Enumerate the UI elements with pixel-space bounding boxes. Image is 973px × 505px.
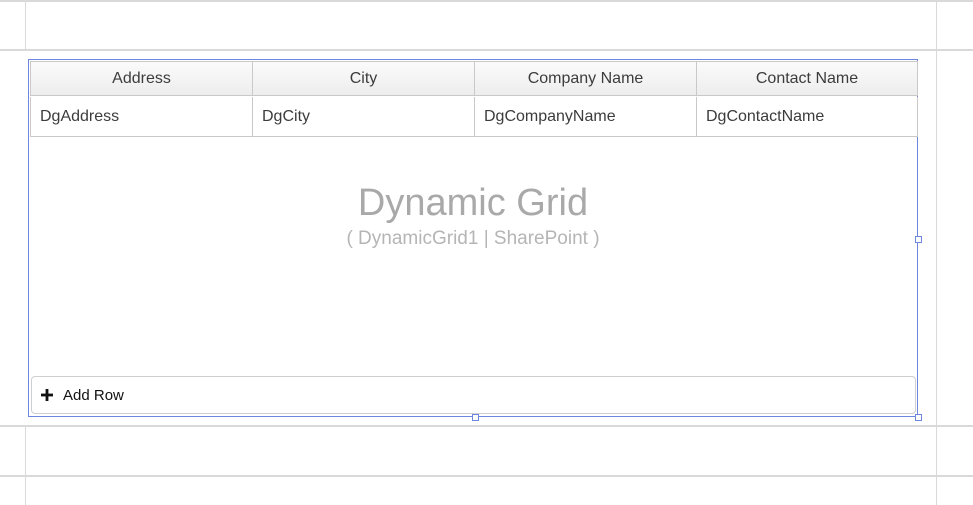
grid-data-row: DgAddress DgCity DgCompanyName DgContact… (30, 97, 918, 137)
column-header-address[interactable]: Address (30, 61, 253, 96)
cell-address[interactable]: DgAddress (30, 97, 253, 137)
cell-city[interactable]: DgCity (252, 97, 475, 137)
canvas-grid-line (0, 0, 973, 2)
placeholder-title: Dynamic Grid (357, 182, 589, 224)
column-header-contact-name[interactable]: Contact Name (696, 61, 918, 96)
resize-handle-bottom-right[interactable] (915, 414, 922, 421)
cell-contact-name[interactable]: DgContactName (696, 97, 918, 137)
resize-handle-bottom[interactable] (472, 414, 479, 421)
canvas-grid-line (25, 0, 26, 49)
add-row-label: Add Row (63, 386, 124, 404)
canvas-grid-line (0, 475, 973, 477)
resize-handle-right[interactable] (915, 236, 922, 243)
grid-footer: Add Row (31, 376, 916, 414)
canvas-grid-line (25, 427, 26, 505)
column-header-company-name[interactable]: Company Name (474, 61, 697, 96)
dynamic-grid-control[interactable]: Address City Company Name Contact Name D… (28, 59, 918, 417)
canvas-grid-line (0, 425, 973, 427)
designer-canvas: Address City Company Name Contact Name D… (0, 0, 973, 505)
canvas-grid-line (936, 0, 937, 505)
placeholder-subtitle: ( DynamicGrid1 | SharePoint ) (346, 228, 600, 249)
add-row-button[interactable]: Add Row (41, 387, 124, 404)
canvas-grid-line (0, 49, 973, 51)
grid-header-row: Address City Company Name Contact Name (30, 61, 918, 96)
cell-company-name[interactable]: DgCompanyName (474, 97, 697, 137)
plus-icon (41, 389, 53, 401)
column-header-city[interactable]: City (252, 61, 475, 96)
